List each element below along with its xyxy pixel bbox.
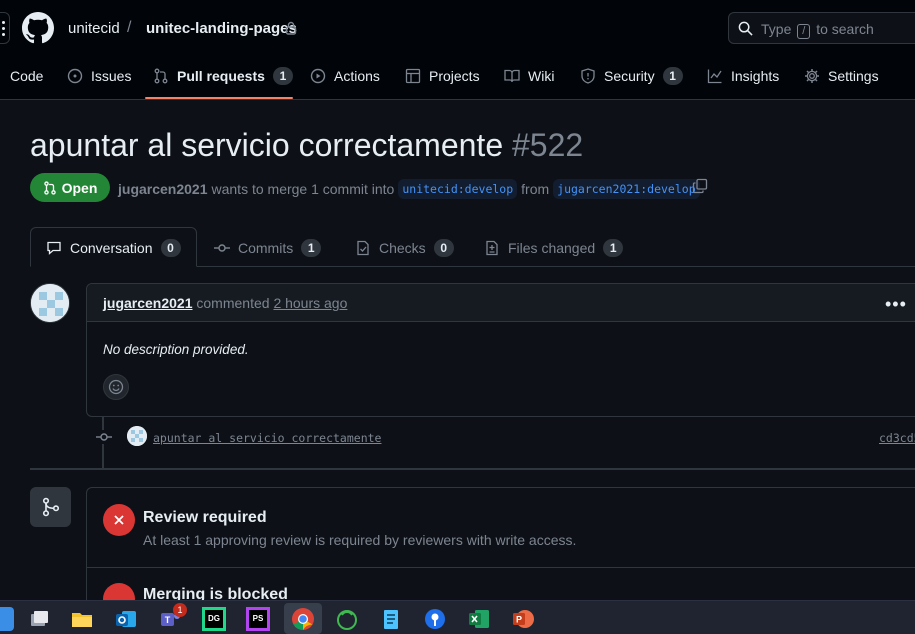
- breadcrumb-repo[interactable]: unitec-landing-pages: [146, 20, 297, 37]
- phpstorm-icon[interactable]: PS: [246, 607, 270, 631]
- commit-icon: [96, 430, 112, 444]
- teams-notification-badge: 1: [173, 603, 187, 617]
- commit-sha-link[interactable]: cd3cd5: [879, 431, 915, 445]
- excel-icon[interactable]: [467, 607, 491, 631]
- menu-button[interactable]: [0, 12, 10, 44]
- lock-icon: [285, 21, 297, 35]
- pull-requests-count: 1: [272, 67, 293, 85]
- chrome-icon[interactable]: [291, 607, 315, 631]
- review-required-title: Review required: [143, 509, 267, 526]
- gear-icon: [804, 68, 820, 84]
- shield-icon: [580, 68, 596, 84]
- review-required-description: At least 1 approving review is required …: [143, 532, 577, 548]
- graph-icon: [707, 68, 723, 84]
- search-input[interactable]: Type / to search: [728, 12, 915, 44]
- pr-meta: jugarcen2021 wants to merge 1 commit int…: [118, 179, 700, 199]
- base-branch[interactable]: unitecid:develop: [398, 179, 518, 199]
- tab-commits[interactable]: Commits 1: [214, 239, 322, 257]
- datagrip-icon[interactable]: DG: [202, 607, 226, 631]
- windows-start-icon[interactable]: [0, 607, 14, 631]
- comment-author[interactable]: jugarcen2021: [103, 295, 193, 311]
- outlook-icon[interactable]: [114, 607, 138, 631]
- pr-title: apuntar al servicio correctamente #522: [30, 127, 584, 163]
- pr-author[interactable]: jugarcen2021: [118, 181, 208, 197]
- timeline-divider: [30, 468, 915, 470]
- kebab-menu-icon[interactable]: •••: [885, 294, 907, 315]
- breadcrumb-owner[interactable]: unitecid: [68, 20, 120, 37]
- nav-wiki[interactable]: Wiki: [504, 65, 554, 87]
- svg-text:PS: PS: [253, 614, 264, 623]
- search-icon: [738, 21, 753, 36]
- issue-icon: [67, 68, 83, 84]
- nav-actions[interactable]: Actions: [310, 65, 380, 87]
- comment-meta: jugarcen2021 commented 2 hours ago: [103, 295, 348, 311]
- nav-issues[interactable]: Issues: [67, 65, 131, 87]
- file-explorer-icon[interactable]: [70, 607, 94, 631]
- tab-files-changed[interactable]: Files changed 1: [484, 239, 624, 257]
- pr-number: #522: [512, 127, 584, 163]
- notepad-icon[interactable]: [379, 607, 403, 631]
- svg-text:DG: DG: [208, 614, 220, 623]
- dbeaver-icon[interactable]: [335, 607, 359, 631]
- commit-icon: [214, 240, 230, 256]
- x-circle-icon: [103, 504, 135, 536]
- pull-request-icon: [153, 68, 169, 84]
- comment-time[interactable]: 2 hours ago: [273, 295, 347, 311]
- commit-message-link[interactable]: apuntar al servicio correctamente: [153, 431, 381, 445]
- checks-count: 0: [433, 239, 454, 257]
- git-merge-icon: [30, 487, 71, 527]
- conversation-count: 0: [160, 239, 181, 257]
- active-tab-underline: [145, 97, 293, 99]
- play-icon: [310, 68, 326, 84]
- comment-box: jugarcen2021 commented 2 hours ago ••• N…: [86, 283, 915, 417]
- book-icon: [504, 68, 520, 84]
- nav-settings[interactable]: Settings: [804, 65, 879, 87]
- commits-count: 1: [301, 239, 322, 257]
- svg-text:T: T: [165, 615, 171, 625]
- task-view-icon[interactable]: [27, 607, 51, 631]
- breadcrumb-separator: /: [127, 19, 132, 36]
- tab-conversation[interactable]: Conversation 0: [46, 239, 181, 257]
- pr-state-badge: Open: [30, 173, 110, 202]
- nav-insights[interactable]: Insights: [707, 65, 779, 87]
- search-shortcut-key: /: [797, 24, 811, 39]
- tab-checks[interactable]: Checks 0: [355, 239, 454, 257]
- files-changed-count: 1: [603, 239, 624, 257]
- github-logo-icon[interactable]: [22, 12, 54, 44]
- vpn-icon[interactable]: [423, 607, 447, 631]
- avatar[interactable]: [30, 283, 70, 323]
- nav-security[interactable]: Security 1: [580, 65, 683, 87]
- merge-row-divider: [87, 567, 915, 568]
- nav-projects[interactable]: Projects: [405, 65, 480, 87]
- nav-pull-requests[interactable]: Pull requests 1: [153, 65, 293, 87]
- file-diff-icon: [484, 240, 500, 256]
- svg-text:P: P: [516, 615, 522, 625]
- smiley-icon[interactable]: [103, 374, 129, 400]
- repo-header: unitecid / unitec-landing-pages Type / t…: [0, 0, 915, 100]
- checklist-icon: [355, 240, 371, 256]
- powerpoint-icon[interactable]: P: [511, 607, 535, 631]
- table-icon: [405, 68, 421, 84]
- security-count: 1: [662, 67, 683, 85]
- comment-body: No description provided.: [103, 342, 249, 357]
- copy-icon[interactable]: [692, 178, 708, 194]
- nav-code[interactable]: Code: [10, 65, 43, 87]
- head-branch[interactable]: jugarcen2021:develop: [553, 179, 700, 199]
- pull-request-icon: [43, 180, 57, 195]
- merge-status-box: Review required At least 1 approving rev…: [86, 487, 915, 617]
- comment-header: jugarcen2021 commented 2 hours ago •••: [87, 284, 915, 322]
- windows-taskbar: T 1 DG PS P: [0, 600, 915, 634]
- search-placeholder: Type / to search: [761, 21, 874, 39]
- comment-icon: [46, 240, 62, 256]
- commit-author-avatar[interactable]: [127, 426, 147, 446]
